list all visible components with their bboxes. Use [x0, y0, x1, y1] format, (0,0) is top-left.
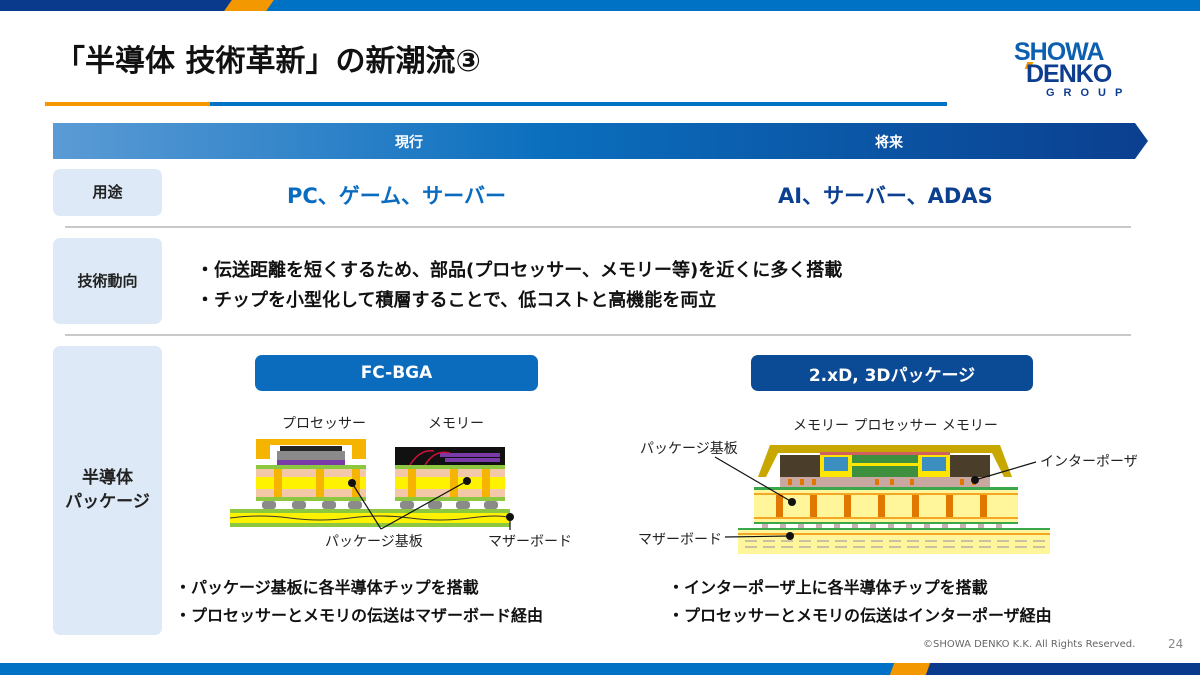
band-orange-accent	[889, 663, 931, 675]
timeline-label-current: 現行	[395, 135, 423, 151]
band-orange-accent	[224, 0, 274, 11]
fc-bga-diagram: プロセッサー メモリー パッケージ基板 マザーボード	[220, 405, 590, 555]
category-semiconductor-package: 半導体 パッケージ	[53, 346, 162, 635]
category-use: 用途	[53, 169, 162, 216]
timeline-label-future: 将来	[875, 135, 903, 151]
fc-bga-bullet: ・パッケージ基板に各半導体チップを搭載	[175, 578, 479, 597]
category-tech-trend: 技術動向	[53, 238, 162, 324]
logo-line-group: GROUP	[1046, 87, 1132, 99]
band-navy-segment	[0, 0, 240, 11]
company-logo: SHOWA DENKO GROUP	[1014, 38, 1154, 102]
3d-package-bullet: ・インターポーザ上に各半導体チップを搭載	[668, 578, 988, 597]
timeline-arrow-shape	[53, 123, 1148, 159]
timeline-arrow: 現行 将来	[53, 123, 1148, 159]
3d-package-diagram: メモリー プロセッサー メモリー パッケージ基板 インターポーザ マザーボード	[620, 405, 1150, 555]
label-package-substrate: パッケージ基板	[325, 534, 423, 550]
top-decorative-band	[0, 0, 1200, 11]
category-label-line: パッケージ	[65, 491, 150, 512]
tech-trend-bullets: ・伝送距離を短くするため、部品(プロセッサー、メモリー等)を近くに多く搭載 ・チ…	[196, 256, 842, 316]
tech-trend-bullet: ・チップを小型化して積層することで、低コストと高機能を両立	[196, 290, 717, 311]
slide-title: 「半導体 技術革新」の新潮流③	[55, 44, 481, 79]
title-underline-blue	[210, 102, 947, 106]
3d-package-bullets: ・インターポーザ上に各半導体チップを搭載 ・プロセッサーとメモリの伝送はインター…	[668, 574, 1052, 630]
3d-package-bullet: ・プロセッサーとメモリの伝送はインターポーザ経由	[668, 606, 1052, 625]
category-label-line: 半導体	[81, 467, 133, 488]
title-underline-orange	[45, 102, 210, 106]
copyright-notice: ©SHOWA DENKO K.K. All Rights Reserved.	[923, 639, 1136, 650]
row-divider	[65, 334, 1131, 336]
label-motherboard: マザーボード	[638, 532, 722, 548]
3d-package-heading: 2.xD, 3Dパッケージ	[751, 355, 1033, 391]
fc-bga-heading: FC-BGA	[255, 355, 538, 391]
fc-bga-bullet: ・プロセッサーとメモリの伝送はマザーボード経由	[175, 606, 544, 625]
tech-trend-bullet: ・伝送距離を短くするため、部品(プロセッサー、メモリー等)を近くに多く搭載	[196, 260, 843, 281]
label-motherboard: マザーボード	[488, 534, 572, 550]
band-navy-segment	[925, 663, 1200, 675]
bottom-decorative-band	[0, 663, 1200, 675]
fc-bga-bullets: ・パッケージ基板に各半導体チップを搭載 ・プロセッサーとメモリの伝送はマザーボー…	[175, 574, 543, 630]
page-number: 24	[1168, 637, 1184, 651]
row-divider	[65, 226, 1131, 228]
band-blue-segment	[262, 0, 1200, 11]
use-future: AI、サーバー、ADAS	[778, 184, 993, 208]
use-current: PC、ゲーム、サーバー	[287, 184, 506, 208]
logo-line-denko: DENKO	[1026, 60, 1112, 88]
band-blue-segment	[0, 663, 905, 675]
